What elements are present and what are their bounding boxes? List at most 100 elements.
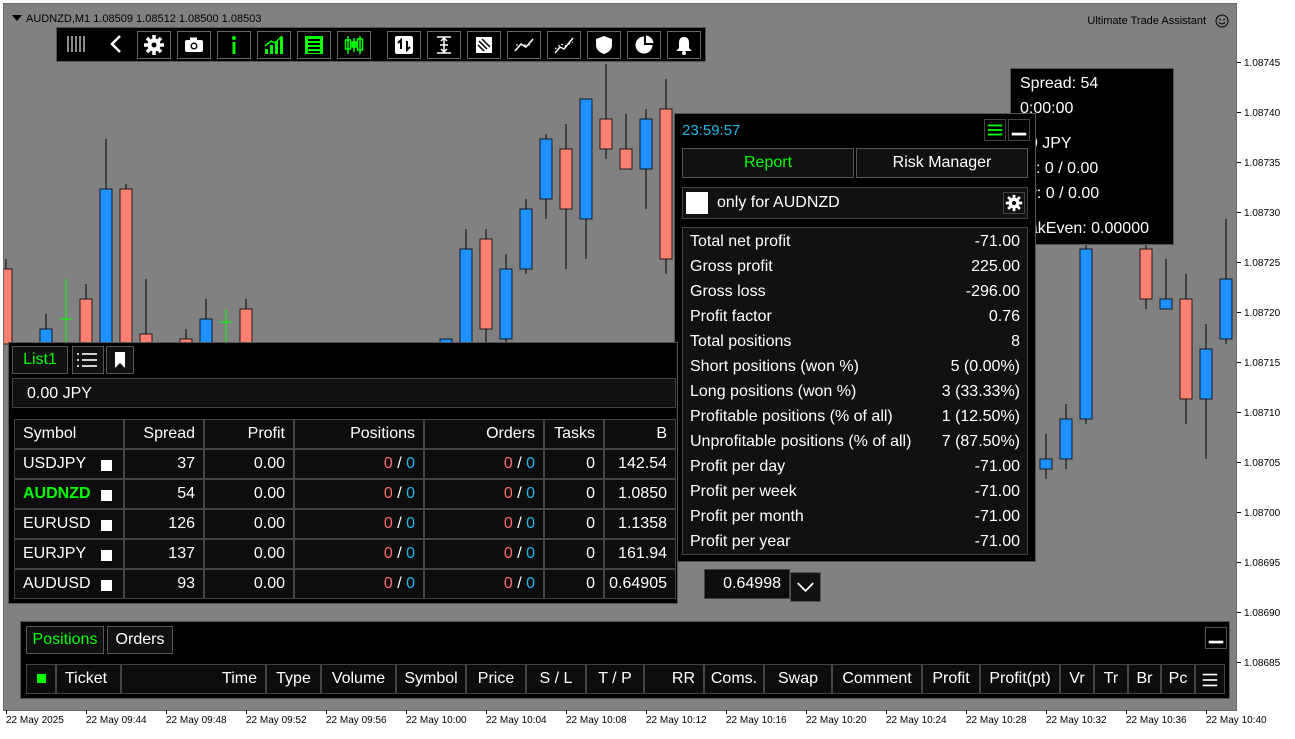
- positions-header-cell[interactable]: Coms.: [704, 664, 764, 694]
- bid-cell: 142.54: [618, 455, 667, 472]
- positions-header-cell[interactable]: Volume: [321, 664, 396, 694]
- time-tick-label: 22 May 10:00: [406, 710, 467, 726]
- screenshot-button[interactable]: [177, 31, 211, 59]
- back-button[interactable]: [101, 31, 129, 59]
- symbol-name: USDJPY: [23, 455, 87, 472]
- stat-value: -71.00: [974, 483, 1020, 500]
- table-header-cell[interactable]: Profit: [204, 419, 294, 449]
- positions-header-label: Type: [276, 670, 311, 687]
- table-header-cell[interactable]: Tasks: [544, 419, 604, 449]
- symbol-row-audusd[interactable]: AUDUSD: [14, 569, 124, 599]
- candles-button[interactable]: [337, 31, 371, 59]
- settings-button[interactable]: [137, 31, 171, 59]
- positions-header-cell[interactable]: Profit: [922, 664, 980, 694]
- stat-row: Profit per week -71.00: [683, 481, 1027, 506]
- bookmark-button[interactable]: [106, 346, 134, 374]
- symbol-select-checkbox[interactable]: [101, 580, 112, 591]
- alerts-button[interactable]: [667, 31, 701, 59]
- camera-icon: [185, 37, 203, 52]
- candle: [199, 299, 213, 345]
- symbol-select-checkbox[interactable]: [101, 520, 112, 531]
- table-cell: 0 / 0: [424, 569, 544, 599]
- candle: [139, 279, 153, 345]
- grip-button[interactable]: [60, 31, 94, 59]
- collapse-triangle-icon[interactable]: [12, 15, 22, 21]
- table-cell: 0 / 0: [294, 569, 424, 599]
- positions-header-cell[interactable]: T / P: [586, 664, 644, 694]
- positions-header-cell[interactable]: Time: [121, 664, 266, 694]
- table-header-cell[interactable]: Orders: [424, 419, 544, 449]
- info-icon: [232, 36, 236, 54]
- positions-header-label: Comment: [842, 670, 912, 687]
- tab-list1[interactable]: List1: [12, 346, 68, 374]
- table-header-cell[interactable]: Positions: [294, 419, 424, 449]
- time-tick-label: 22 May 2025: [6, 710, 64, 726]
- table-cell: 1.1358: [604, 509, 676, 539]
- table-header-cell[interactable]: Symbol: [14, 419, 124, 449]
- positions-header-cell[interactable]: Pc: [1161, 664, 1195, 694]
- range-button[interactable]: [427, 31, 461, 59]
- report-stats: Total net profit -71.00 Gross profit 225.00…: [682, 227, 1028, 555]
- stat-row: Short positions (won %) 5 (0.00%): [683, 356, 1027, 381]
- notes-button[interactable]: [467, 31, 501, 59]
- signal-button[interactable]: [257, 31, 291, 59]
- pie-button[interactable]: [627, 31, 661, 59]
- stat-row: Profit per month -71.00: [683, 506, 1027, 531]
- positions-header-cell[interactable]: S / L: [526, 664, 586, 694]
- stat-label: Unprofitable positions (% of all): [690, 433, 912, 450]
- candle: [119, 184, 133, 345]
- buy-sell-button[interactable]: [387, 31, 421, 59]
- tab-risk-manager[interactable]: Risk Manager: [856, 148, 1028, 178]
- positions-minimize-button[interactable]: [1205, 627, 1227, 649]
- positions-header-cell[interactable]: RR: [644, 664, 704, 694]
- smiley-icon[interactable]: [1215, 14, 1229, 28]
- positions-header-cell[interactable]: Comment: [832, 664, 922, 694]
- positions-panel: Positions Orders Ticket Time Type Volume Sym…: [20, 621, 1230, 699]
- positions-header-cell[interactable]: Ticket: [56, 664, 121, 694]
- info-button[interactable]: [217, 31, 251, 59]
- stat-label: Profit factor: [690, 308, 772, 325]
- filter-settings-button[interactable]: [1003, 192, 1025, 214]
- spread-cell: 54: [177, 485, 195, 502]
- tab-report[interactable]: Report: [682, 148, 854, 178]
- positions-columns-menu-button[interactable]: [1195, 664, 1225, 694]
- tab-positions[interactable]: Positions: [26, 626, 104, 654]
- report-menu-button[interactable]: [984, 119, 1006, 141]
- trend-button[interactable]: [507, 31, 541, 59]
- positions-header-cell[interactable]: Tr: [1094, 664, 1128, 694]
- expand-list-button[interactable]: [790, 572, 821, 602]
- minimize-icon: [1208, 640, 1224, 644]
- symbol-row-eurusd[interactable]: EURUSD: [14, 509, 124, 539]
- positions-header-cell[interactable]: Br: [1128, 664, 1161, 694]
- table-header-cell[interactable]: B: [604, 419, 676, 449]
- report-minimize-button[interactable]: [1008, 119, 1030, 141]
- table-cell: 0: [544, 569, 604, 599]
- symbol-row-eurjpy[interactable]: EURJPY: [14, 539, 124, 569]
- symbol-name: EURUSD: [23, 515, 91, 532]
- positions-header-cell[interactable]: Price: [466, 664, 526, 694]
- positions-header-cell[interactable]: Swap: [764, 664, 832, 694]
- positions-header-cell[interactable]: Vr: [1060, 664, 1094, 694]
- positions-header-cell[interactable]: Profit(pt): [980, 664, 1060, 694]
- symbol-select-checkbox[interactable]: [101, 550, 112, 561]
- value-separator: /: [392, 545, 407, 562]
- price-tick-label: 1.08730: [1237, 208, 1280, 219]
- select-all-cell[interactable]: [26, 664, 56, 694]
- symbol-select-checkbox[interactable]: [101, 460, 112, 471]
- list-menu-button[interactable]: [72, 346, 104, 374]
- positions-header-cell[interactable]: Type: [266, 664, 321, 694]
- value-separator: /: [392, 515, 407, 532]
- positions-sell-count: 0: [383, 515, 393, 532]
- chart-line-button[interactable]: [547, 31, 581, 59]
- symbol-row-usdjpy[interactable]: USDJPY: [14, 449, 124, 479]
- stat-label: Total net profit: [690, 233, 791, 250]
- shield-button[interactable]: [587, 31, 621, 59]
- symbol-select-checkbox[interactable]: [101, 490, 112, 501]
- tab-orders[interactable]: Orders: [107, 626, 173, 654]
- symbol-filter-checkbox[interactable]: [686, 192, 708, 214]
- shield-icon: [596, 36, 612, 54]
- table-header-cell[interactable]: Spread: [124, 419, 204, 449]
- symbol-row-audnzd[interactable]: AUDNZD: [14, 479, 124, 509]
- list-button[interactable]: [297, 31, 331, 59]
- positions-header-cell[interactable]: Symbol: [396, 664, 466, 694]
